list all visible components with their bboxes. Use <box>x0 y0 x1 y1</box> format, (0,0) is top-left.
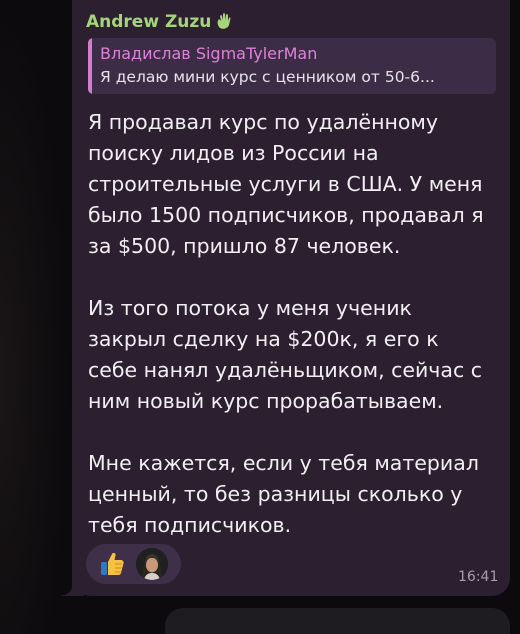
bubble-tail <box>60 574 84 596</box>
message-paragraph: Я продавал курс по удалённому поиску лид… <box>88 110 484 258</box>
chat-background <box>0 0 70 634</box>
reply-text: Я делаю мини курс с ценником от 50-6... <box>100 68 435 86</box>
waving-hand-icon <box>215 12 235 30</box>
message-paragraph: Из того потока у меня ученик закрыл сдел… <box>88 296 483 413</box>
reactions-bar[interactable] <box>86 544 181 584</box>
reply-accent-bar <box>88 38 92 94</box>
message-text: Я продавал курс по удалённому поиску лид… <box>88 107 500 541</box>
sender-name[interactable]: Andrew Zuzu <box>86 12 211 32</box>
message-paragraph: Мне кажется, если у тебя материал ценный… <box>88 451 479 537</box>
reply-author: Владислав SigmaTylerMan <box>100 44 318 63</box>
thumbs-up-icon[interactable] <box>96 548 128 580</box>
message-time: 16:41 <box>458 569 499 585</box>
reaction-user-avatar[interactable] <box>136 548 168 580</box>
reply-preview[interactable]: Владислав SigmaTylerMan Я делаю мини кур… <box>88 38 496 94</box>
next-message-bubble[interactable] <box>165 608 510 634</box>
sender-name-row[interactable]: Andrew Zuzu <box>86 12 235 32</box>
